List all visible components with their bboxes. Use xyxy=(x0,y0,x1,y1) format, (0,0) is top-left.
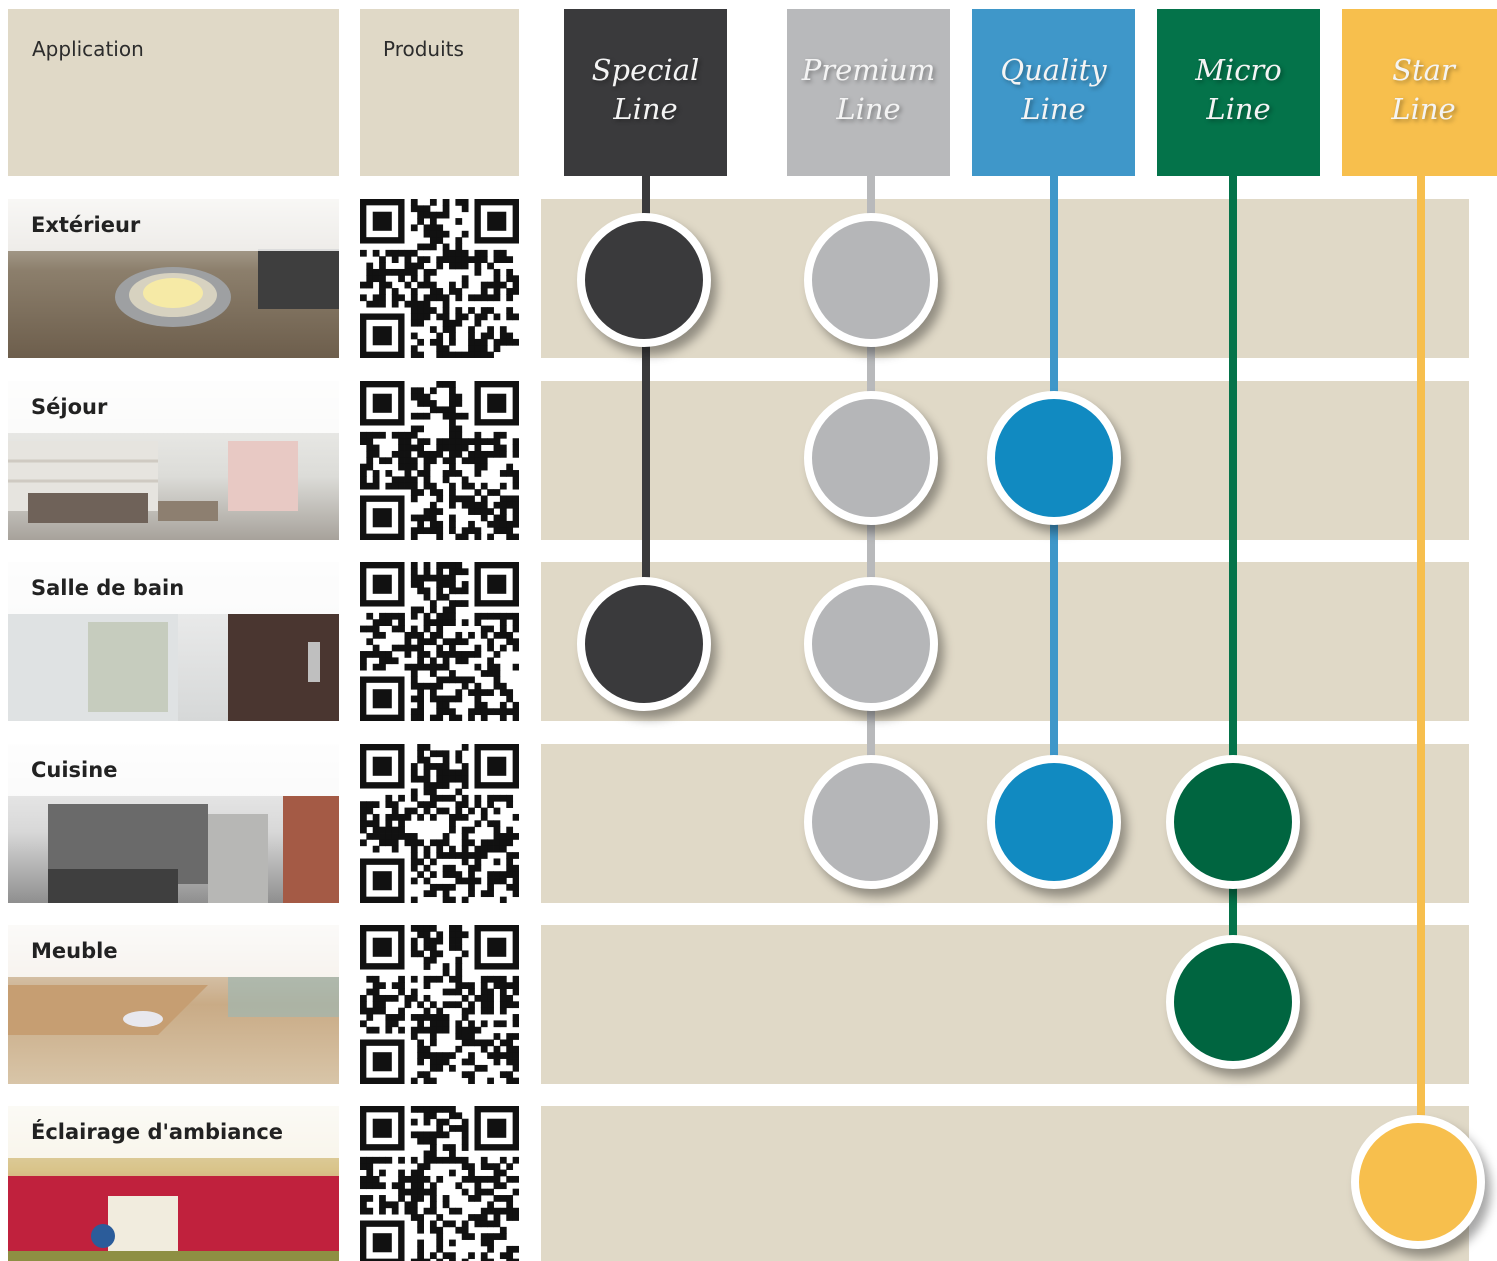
star-line-header: Star Line xyxy=(1342,9,1497,176)
dot-eclairage-star xyxy=(1351,1115,1485,1249)
label-salle-de-bain: Salle de bain xyxy=(31,576,185,600)
application-header-label: Application xyxy=(32,37,144,61)
photo-salle-de-bain: Salle de bain xyxy=(8,562,339,721)
products-header: Produits xyxy=(360,9,519,176)
photo-sejour: Séjour xyxy=(8,381,339,540)
label-meuble: Meuble xyxy=(31,939,118,963)
dot-exterieur-special xyxy=(577,213,711,347)
qr-icon xyxy=(360,562,520,722)
dot-sejour-premium xyxy=(804,391,938,525)
dot-salle-de-bain-special xyxy=(577,577,711,711)
special-line-title: Special xyxy=(591,52,700,87)
dot-exterieur-premium xyxy=(804,213,938,347)
photo-eclairage: Éclairage d'ambiance xyxy=(8,1106,339,1261)
row-band-meuble xyxy=(541,925,1469,1084)
dot-sejour-quality xyxy=(987,391,1121,525)
dot-salle-de-bain-premium xyxy=(804,577,938,711)
quality-line-header: Quality Line xyxy=(972,9,1135,176)
photo-exterieur: Extérieur xyxy=(8,199,339,358)
label-eclairage: Éclairage d'ambiance xyxy=(31,1120,284,1144)
special-line-subtitle: Line xyxy=(613,91,678,126)
micro-line-title: Micro xyxy=(1195,52,1282,87)
micro-line-subtitle: Line xyxy=(1206,91,1271,126)
qr-code-eclairage[interactable] xyxy=(360,1106,520,1261)
label-sejour: Séjour xyxy=(31,395,108,419)
quality-line-title: Quality xyxy=(1000,52,1107,87)
dot-cuisine-quality xyxy=(987,755,1121,889)
star-line-subtitle: Line xyxy=(1391,91,1456,126)
dot-cuisine-premium xyxy=(804,755,938,889)
qr-icon xyxy=(360,744,520,904)
qr-code-cuisine[interactable] xyxy=(360,744,520,904)
label-cuisine: Cuisine xyxy=(31,758,118,782)
qr-icon xyxy=(360,925,520,1085)
photo-meuble: Meuble xyxy=(8,925,339,1084)
qr-code-meuble[interactable] xyxy=(360,925,520,1085)
qr-icon xyxy=(360,199,520,359)
micro-line-header: Micro Line xyxy=(1157,9,1320,176)
premium-line-header: Premium Line xyxy=(787,9,950,176)
star-line-title: Star xyxy=(1392,52,1455,87)
qr-code-sejour[interactable] xyxy=(360,381,520,541)
premium-line-subtitle: Line xyxy=(836,91,901,126)
products-header-label: Produits xyxy=(383,37,464,61)
qr-code-salle-de-bain[interactable] xyxy=(360,562,520,722)
photo-cuisine: Cuisine xyxy=(8,744,339,903)
application-header: Application xyxy=(8,9,339,176)
special-line-header: Special Line xyxy=(564,9,727,176)
label-exterieur: Extérieur xyxy=(31,213,141,237)
premium-line-title: Premium xyxy=(801,52,936,87)
row-band-eclairage xyxy=(541,1106,1469,1261)
dot-cuisine-micro xyxy=(1166,755,1300,889)
dot-meuble-micro xyxy=(1166,935,1300,1069)
quality-line-subtitle: Line xyxy=(1021,91,1086,126)
qr-icon xyxy=(360,1106,520,1261)
qr-code-exterieur[interactable] xyxy=(360,199,520,359)
star-line-connector xyxy=(1417,176,1425,1182)
qr-icon xyxy=(360,381,520,541)
